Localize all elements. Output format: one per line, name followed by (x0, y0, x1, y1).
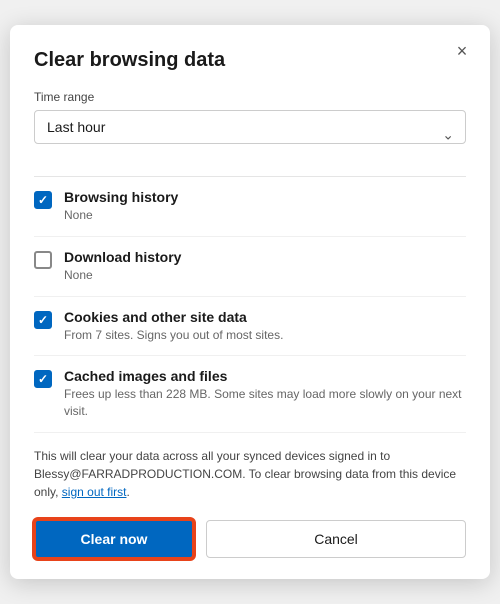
close-icon: × (457, 41, 468, 62)
cached-images-checkbox[interactable] (34, 370, 52, 388)
cached-images-text: Cached images and files Frees up less th… (64, 368, 466, 420)
button-row: Clear now Cancel (34, 519, 466, 559)
time-range-select[interactable]: Last hour Last 24 hours Last 7 days Last… (34, 110, 466, 144)
download-history-checkbox[interactable] (34, 251, 52, 269)
options-area: Browsing history None Download history N… (34, 177, 466, 433)
info-text: This will clear your data across all you… (34, 447, 466, 501)
browsing-history-label: Browsing history (64, 189, 178, 205)
browsing-history-desc: None (64, 207, 178, 224)
browsing-history-text: Browsing history None (64, 189, 178, 224)
download-history-desc: None (64, 267, 181, 284)
option-cached-images: Cached images and files Frees up less th… (34, 356, 466, 433)
dialog-title: Clear browsing data (34, 49, 466, 72)
cached-images-label: Cached images and files (64, 368, 466, 384)
cookies-checkbox[interactable] (34, 311, 52, 329)
cookies-desc: From 7 sites. Signs you out of most site… (64, 327, 283, 344)
cookies-checkbox-wrapper[interactable] (34, 311, 52, 329)
cached-images-desc: Frees up less than 228 MB. Some sites ma… (64, 386, 466, 420)
download-history-text: Download history None (64, 249, 181, 284)
option-download-history: Download history None (34, 237, 466, 297)
cached-images-checkbox-wrapper[interactable] (34, 370, 52, 388)
clear-browsing-data-dialog: × Clear browsing data Time range Last ho… (10, 25, 490, 579)
time-range-label: Time range (34, 90, 466, 104)
download-history-checkbox-wrapper[interactable] (34, 251, 52, 269)
browsing-history-checkbox-wrapper[interactable] (34, 191, 52, 209)
cookies-text: Cookies and other site data From 7 sites… (64, 309, 283, 344)
close-button[interactable]: × (448, 37, 476, 65)
clear-now-button[interactable]: Clear now (34, 519, 194, 559)
cookies-label: Cookies and other site data (64, 309, 283, 325)
sign-out-first-link[interactable]: sign out first (62, 485, 127, 499)
download-history-label: Download history (64, 249, 181, 265)
browsing-history-checkbox[interactable] (34, 191, 52, 209)
time-range-wrapper: Last hour Last 24 hours Last 7 days Last… (34, 110, 466, 160)
cancel-button[interactable]: Cancel (206, 520, 466, 558)
info-text-after-link: . (127, 485, 130, 499)
option-cookies: Cookies and other site data From 7 sites… (34, 297, 466, 357)
option-browsing-history: Browsing history None (34, 177, 466, 237)
